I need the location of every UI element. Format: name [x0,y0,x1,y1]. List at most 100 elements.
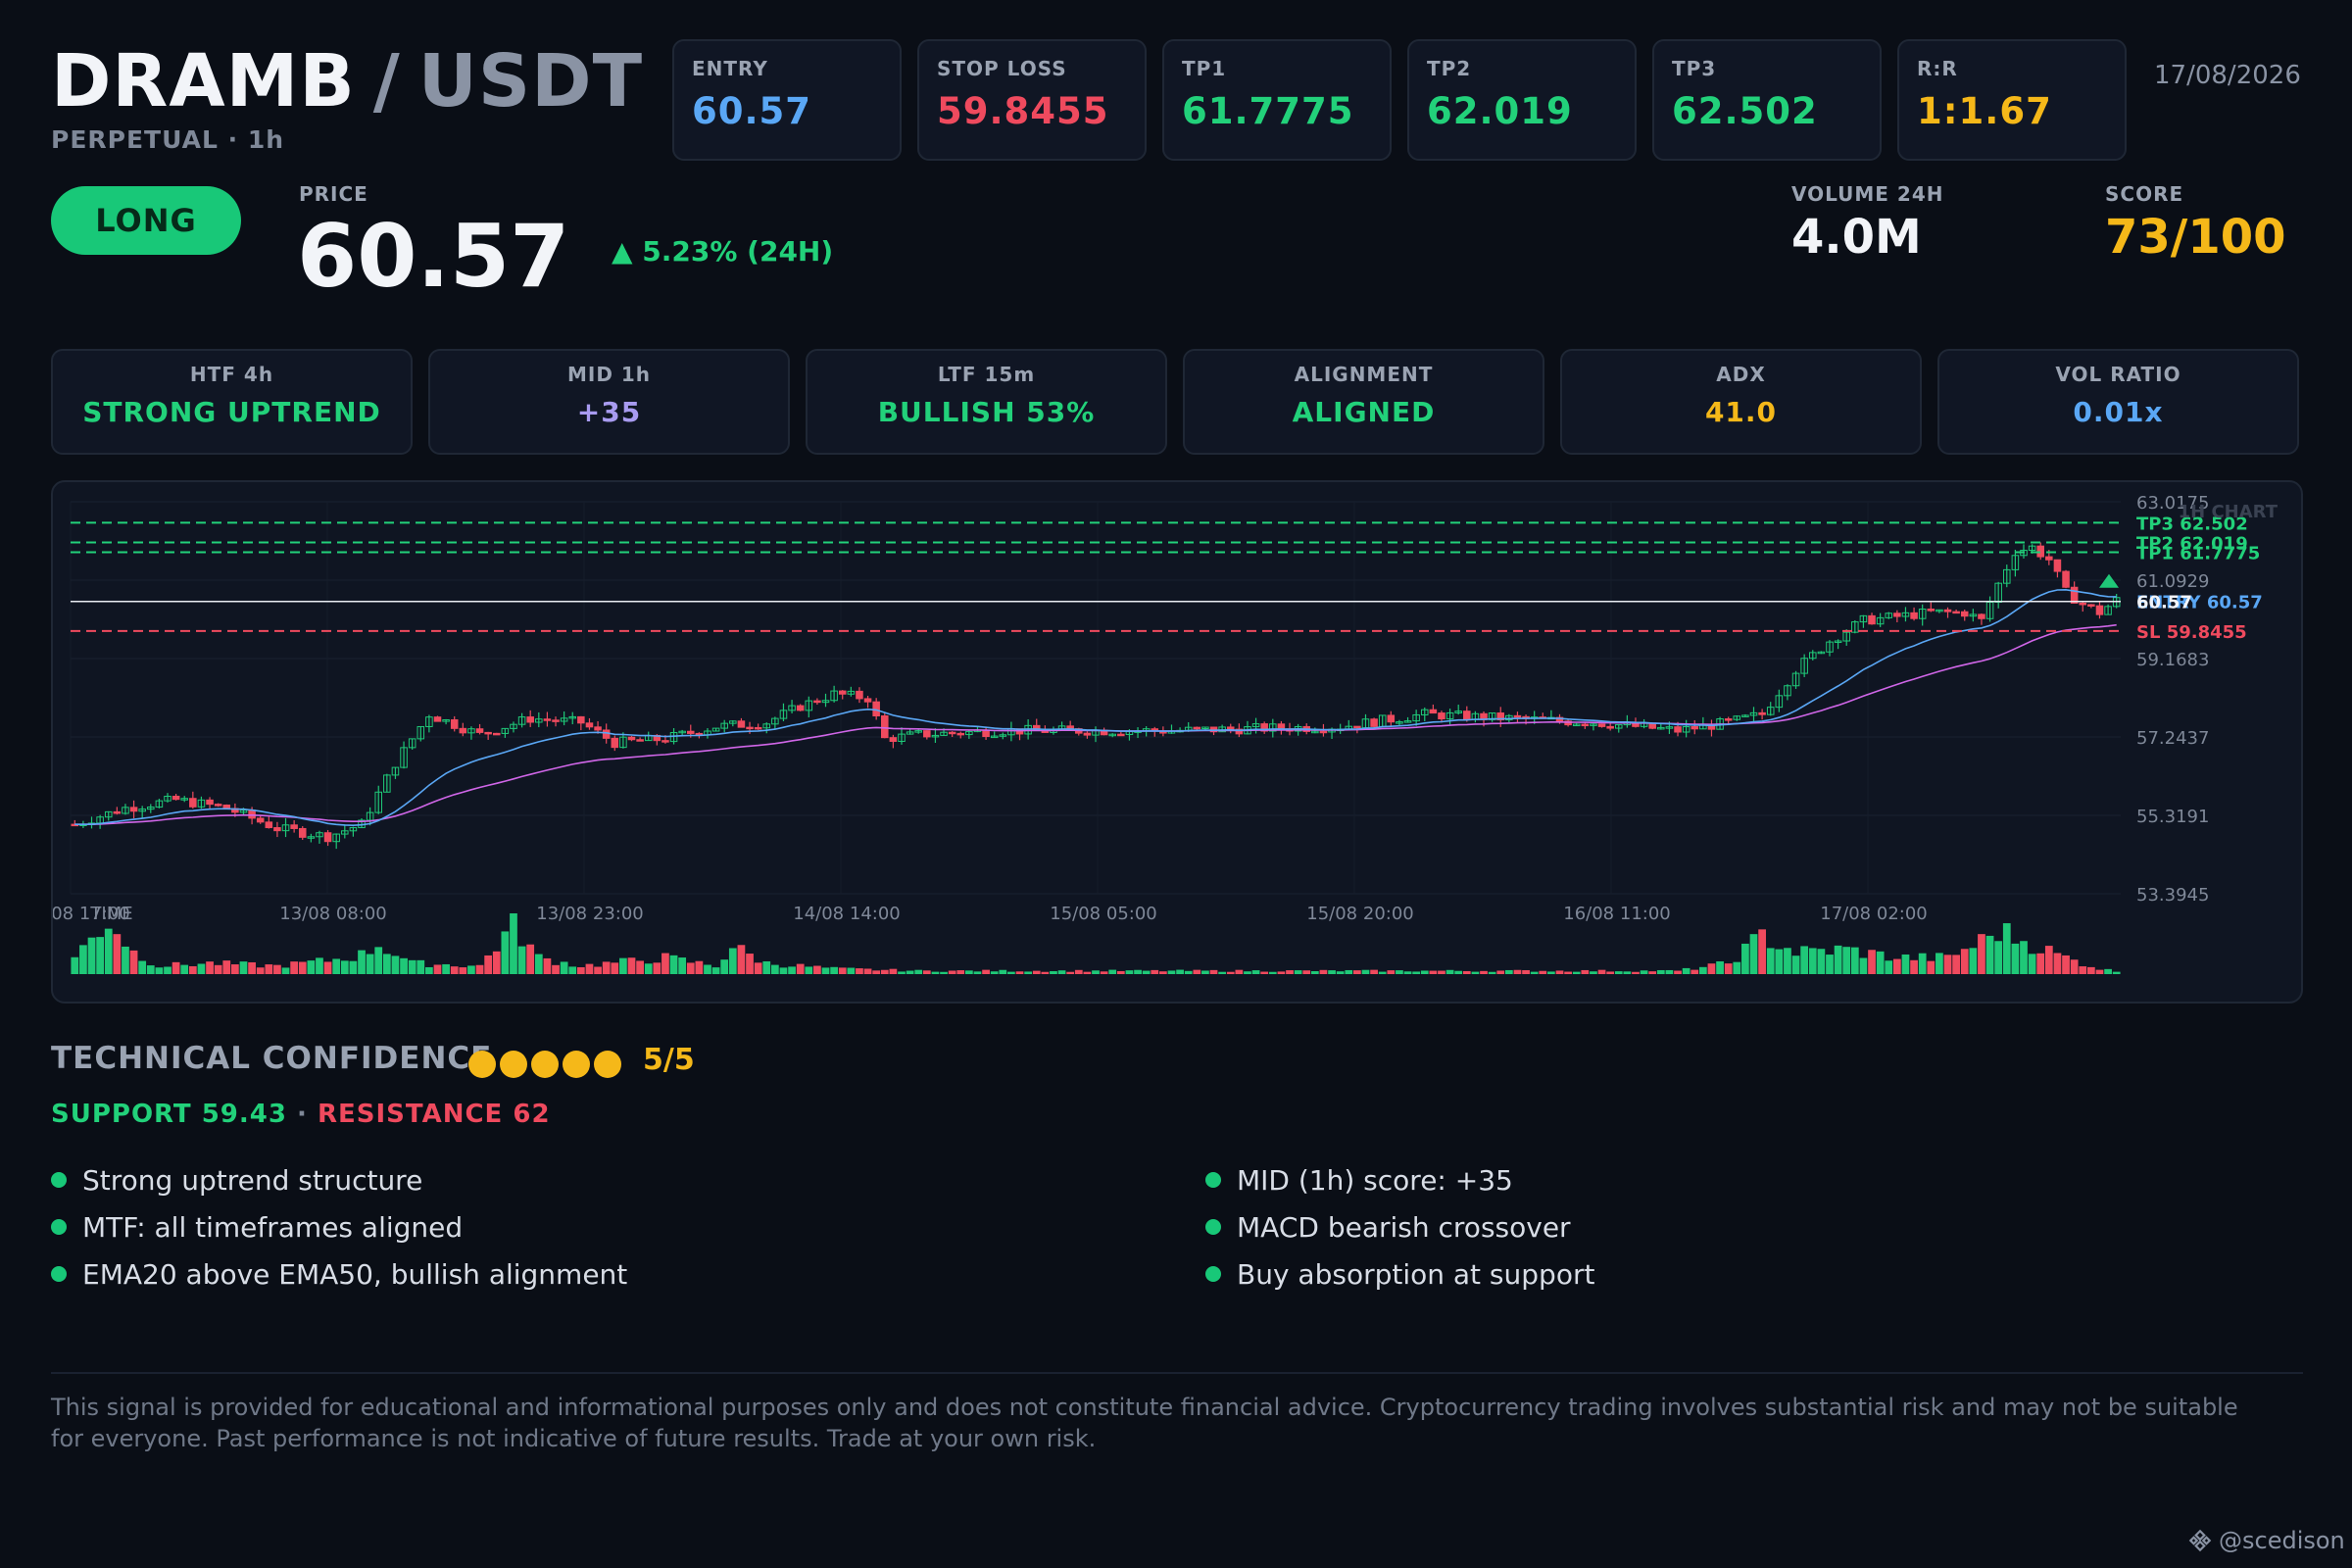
candle-body [450,719,459,729]
volume-bar [1125,970,1134,974]
volume-bar [1108,969,1117,974]
bullet-dot [1205,1266,1221,1282]
volume-bar [1504,969,1513,974]
candle-body [526,716,534,723]
htf-value: STRONG UPTREND [82,396,381,428]
volume-bar [1370,969,1378,974]
disclaimer-text: This signal is provided for educational … [51,1394,2238,1452]
volume-bar [914,969,923,974]
confidence-dot [500,1051,527,1078]
candle-body [881,715,889,739]
volume-bar [940,971,948,974]
candle-body [956,732,965,736]
tp3-card: TP3 62.502 [1652,39,1882,161]
candle-body [1597,723,1606,727]
volume-bar [1184,970,1193,974]
volume-bar [594,966,602,974]
volume-bar [1462,970,1471,974]
risk-reward-value: 1:1.67 [1917,90,2052,132]
volume-bar [1784,948,1791,974]
candle-body [129,807,138,812]
tp1-label: TP1 [1182,57,1227,80]
volume-bar [323,961,332,974]
chart-watermark: 1H CHART [2179,502,2278,522]
volume-bar [1522,969,1530,974]
volume-bar [948,970,956,974]
confidence-dot [594,1051,621,1078]
vol-ratio-value: 0.01x [2073,396,2164,428]
volume-bar [425,966,433,974]
volume-bar [644,963,653,974]
volume-bar [2053,953,2062,974]
volume-bar [391,956,400,974]
candle-body [1690,726,1699,730]
signal-point: MID (1h) score: +35 [1205,1156,1594,1203]
volume-bar [863,968,872,974]
bullet-dot [1205,1219,1221,1235]
volume-bar [1632,971,1640,974]
confidence-dots [468,1051,621,1078]
tp2-card: TP2 62.019 [1407,39,1637,161]
volume-bar [2036,953,2045,974]
volume-bar [796,963,805,974]
volume-bar [1209,969,1218,974]
candle-body [627,736,636,741]
volume-bar [510,913,517,974]
volume-bar [720,959,729,974]
htf-label: HTF 4h [189,363,274,386]
x-tick-label: 15/08 05:00 [1050,904,1156,924]
volume-bar [248,961,256,974]
volume-bar [1766,948,1775,974]
volume-bar [298,961,307,974]
volume-bar [1859,957,1868,974]
volume-bar [1387,970,1396,974]
volume-bar [265,964,273,974]
candle-body [113,810,122,814]
candle-body [248,809,256,819]
volume-bar [1927,960,1936,974]
volume-bar [1943,955,1952,974]
volume-bar [2070,959,2079,974]
volume-bar [129,950,138,974]
volume-bar [1057,970,1066,974]
volume-bar [1226,971,1235,974]
author-watermark: @scedison [2187,1527,2345,1554]
volume-bar [669,955,678,974]
volume-bar [1994,941,2003,974]
volume-bar [805,966,813,974]
volume-bar [2028,954,2036,974]
volume-bar [1597,969,1606,974]
volume-bar [1100,971,1108,974]
bullet-dot [51,1266,67,1282]
volume-bar [408,959,416,974]
candle-body [1429,709,1438,714]
volume-bar [1378,971,1387,974]
candle-body [323,832,332,843]
level-label-sl: SL 59.8455 [2136,622,2247,643]
candle-body [189,798,197,808]
vol-ratio-card: VOL RATIO 0.01x [1937,349,2299,455]
volume-bar [1960,949,1969,974]
volume-bar [746,954,754,974]
volume-bar [2079,966,2087,974]
volume-bar [999,969,1007,974]
volume-bar [1682,967,1690,974]
volume-bar [906,970,914,974]
volume-bar [2086,966,2095,974]
confidence-dot [531,1051,559,1078]
volume-bar [1353,970,1361,974]
volume-bar [122,946,129,974]
candle-body [172,796,180,801]
author-handle: @scedison [2219,1527,2345,1554]
volume-bar [1791,956,1800,974]
volume-bar [568,966,577,974]
volume-bar [754,962,762,974]
volume-bar [1116,970,1125,974]
candle-body [1463,710,1471,720]
volume-bar [1193,969,1201,974]
candle-body [1438,712,1446,720]
volume-bar [2112,971,2121,974]
tp3-value: 62.502 [1672,90,1818,132]
ltf-value: BULLISH 53% [877,396,1096,428]
volume-bar [1151,969,1159,974]
